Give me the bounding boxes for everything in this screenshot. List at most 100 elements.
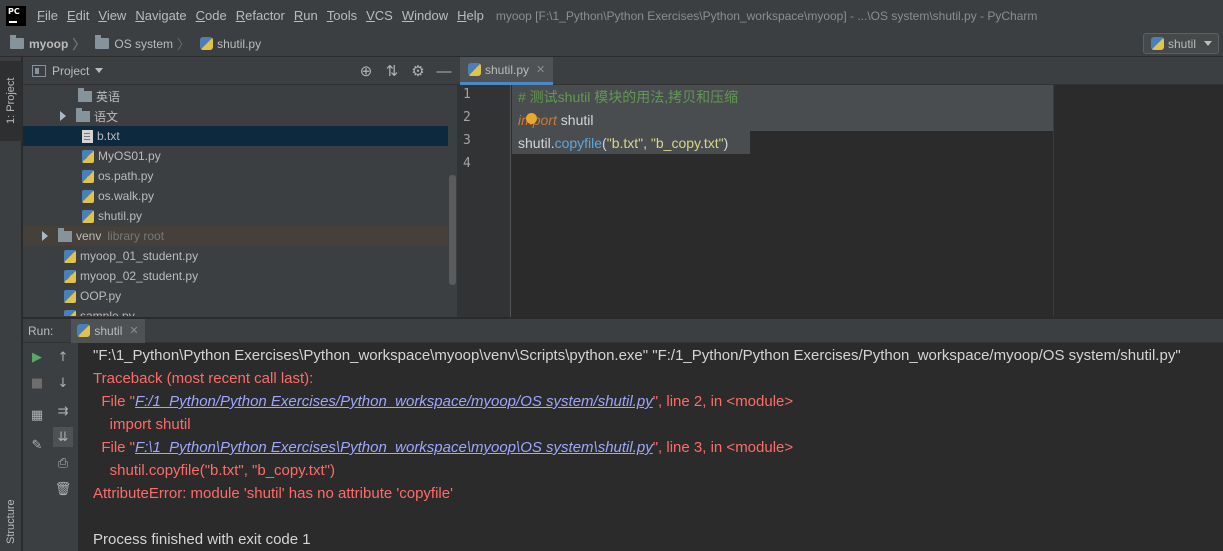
python-file-icon bbox=[82, 169, 94, 183]
tree-item-label: MyOS01.py bbox=[98, 149, 161, 163]
console-traceback: Traceback (most recent call last): bbox=[93, 370, 314, 387]
project-tree-scrollbar[interactable] bbox=[448, 85, 457, 316]
tree-item[interactable]: MyOS01.py bbox=[23, 146, 448, 166]
intention-bulb-icon[interactable] bbox=[526, 113, 537, 124]
tree-item-label: 英语 bbox=[96, 89, 121, 104]
close-icon[interactable]: ✕ bbox=[536, 63, 545, 76]
folder-icon bbox=[58, 227, 72, 242]
menu-edit[interactable]: Edit bbox=[64, 8, 95, 23]
menu-tools[interactable]: Tools bbox=[324, 8, 363, 23]
menu-navigate[interactable]: Navigate bbox=[132, 8, 192, 23]
breadcrumb-folder[interactable]: OS system 〉 bbox=[85, 34, 190, 53]
scroll-to-end-icon[interactable]: ⇊ bbox=[53, 427, 73, 447]
soft-wrap-icon[interactable]: ⇉ bbox=[53, 401, 73, 421]
console-code-line: import shutil bbox=[93, 416, 191, 433]
arrow-up-icon[interactable]: ↑ bbox=[53, 347, 73, 367]
tree-item[interactable]: os.walk.py bbox=[23, 186, 448, 206]
tree-item[interactable]: 语文 bbox=[23, 106, 448, 126]
console-command: "F:\1_Python\Python Exercises\Python_wor… bbox=[93, 347, 1181, 364]
tree-item[interactable]: myoop_02_student.py bbox=[23, 266, 448, 286]
tree-item-label: os.walk.py bbox=[98, 189, 155, 203]
text: File " bbox=[93, 393, 135, 410]
run-toolbar: ▶ ↑ ■ ↓ ▦ ⇉ ⇊ ✎ ⎙ 🗑 bbox=[23, 343, 79, 551]
rerun-icon[interactable]: ▶ bbox=[27, 347, 47, 367]
project-tool-tab[interactable]: 1: Project bbox=[0, 61, 22, 141]
breadcrumb-separator: 〉 bbox=[177, 37, 191, 52]
tree-item[interactable]: sample.py bbox=[23, 306, 448, 316]
close-icon[interactable]: ✕ bbox=[129, 324, 138, 337]
menu-run[interactable]: Run bbox=[291, 8, 324, 23]
folder-icon bbox=[78, 87, 92, 102]
tree-item[interactable]: 英语 bbox=[23, 86, 448, 106]
code-line-3[interactable]: shutil. copyfile("b.txt", "b_copy.txt") bbox=[512, 131, 750, 154]
right-margin-guide bbox=[1053, 85, 1054, 317]
structure-tool-tab[interactable]: Structure bbox=[0, 493, 22, 551]
python-file-icon bbox=[468, 63, 481, 76]
breadcrumb-project[interactable]: myoop 〉 bbox=[0, 34, 85, 53]
tree-item[interactable]: b.txt bbox=[23, 126, 448, 146]
gear-icon[interactable]: ⚙ bbox=[405, 57, 431, 85]
menu-refactor[interactable]: Refactor bbox=[233, 8, 291, 23]
chevron-down-icon bbox=[1204, 41, 1212, 46]
project-view-selector[interactable]: Project bbox=[52, 64, 89, 78]
collapse-icon[interactable]: ⇅ bbox=[379, 57, 405, 85]
python-file-icon bbox=[64, 249, 76, 263]
pin-icon[interactable]: ✎ bbox=[27, 435, 47, 455]
tree-item[interactable]: OOP.py bbox=[23, 286, 448, 306]
chevron-right-icon[interactable] bbox=[42, 231, 48, 241]
print-icon[interactable]: ⎙ bbox=[53, 453, 73, 473]
tree-item[interactable]: venv library root bbox=[23, 226, 448, 246]
run-tab-shutil[interactable]: shutil ✕ bbox=[71, 318, 145, 343]
layout-icon[interactable]: ▦ bbox=[27, 405, 47, 425]
breadcrumb-label: myoop bbox=[29, 36, 69, 51]
tree-item[interactable]: shutil.py bbox=[23, 206, 448, 226]
code-function: copyfile bbox=[554, 134, 603, 151]
menu-code[interactable]: Code bbox=[193, 8, 233, 23]
chevron-right-icon[interactable] bbox=[60, 111, 66, 121]
minimize-icon[interactable]: — bbox=[431, 57, 457, 85]
text: ", line 2, in <module> bbox=[652, 393, 794, 410]
python-file-icon bbox=[64, 309, 76, 316]
text: ", line 3, in <module> bbox=[652, 439, 794, 456]
tree-item-label: myoop_02_student.py bbox=[80, 269, 199, 283]
trash-icon[interactable]: 🗑 bbox=[53, 479, 73, 499]
breadcrumb-label: OS system bbox=[114, 36, 174, 51]
tree-item[interactable]: myoop_01_student.py bbox=[23, 246, 448, 266]
menu-vcs[interactable]: VCS bbox=[363, 8, 399, 23]
navigation-bar: myoop 〉 OS system 〉 shutil.py shutil bbox=[0, 31, 1223, 57]
run-configuration-select[interactable]: shutil bbox=[1143, 33, 1219, 54]
run-tab-label: shutil bbox=[94, 323, 123, 338]
code-line-2[interactable]: import shutil bbox=[512, 108, 1053, 131]
code-identifier: shutil bbox=[556, 111, 594, 128]
tree-item-label: os.path.py bbox=[98, 169, 154, 183]
file-link[interactable]: F:\1_Python\Python Exercises\Python_work… bbox=[135, 439, 653, 456]
stop-icon[interactable]: ■ bbox=[27, 373, 47, 393]
menu-window[interactable]: Window bbox=[399, 8, 454, 23]
menu-view[interactable]: View bbox=[95, 8, 132, 23]
chevron-down-icon[interactable] bbox=[95, 68, 104, 73]
menu-bar: PC File Edit View Navigate Code Refactor Run To… bbox=[0, 0, 1223, 31]
breadcrumb-file[interactable]: shutil.py bbox=[190, 37, 261, 51]
window-title: myoop [F:\1_Python\Python Exercises\Pyth… bbox=[495, 8, 1038, 23]
code-editor[interactable]: # 测试shutil 模块的用法,拷贝和压缩 import shutil shu… bbox=[512, 85, 1223, 317]
arrow-down-icon[interactable]: ↓ bbox=[53, 373, 73, 393]
crosshair-icon[interactable]: ⊕ bbox=[353, 57, 379, 85]
file-link[interactable]: F:/1_Python/Python Exercises/Python_work… bbox=[135, 393, 653, 410]
tree-item[interactable]: os.path.py bbox=[23, 166, 448, 186]
python-file-icon bbox=[82, 209, 94, 223]
code-keyword: import bbox=[518, 111, 557, 128]
breadcrumb-label: shutil.py bbox=[217, 36, 262, 51]
code-line-1[interactable]: # 测试shutil 模块的用法,拷贝和压缩 bbox=[512, 85, 1053, 108]
editor-tab-shutil[interactable]: shutil.py ✕ bbox=[460, 57, 554, 85]
pycharm-logo-icon: PC bbox=[6, 5, 26, 26]
project-tree: 英语语文 b.txt MyOS01.py os.path.py os.walk.py sh… bbox=[23, 85, 457, 316]
menu-file[interactable]: File bbox=[34, 8, 64, 23]
tree-item-label: OOP.py bbox=[80, 289, 122, 303]
menu-help[interactable]: Help bbox=[454, 8, 490, 23]
line-number: 1 bbox=[463, 87, 471, 102]
console-output[interactable]: "F:\1_Python\Python Exercises\Python_wor… bbox=[80, 343, 1223, 551]
text: File " bbox=[93, 439, 135, 456]
python-file-icon bbox=[64, 269, 76, 283]
tree-item-label: 语文 bbox=[94, 109, 119, 124]
tree-item-label: venv bbox=[76, 229, 102, 243]
